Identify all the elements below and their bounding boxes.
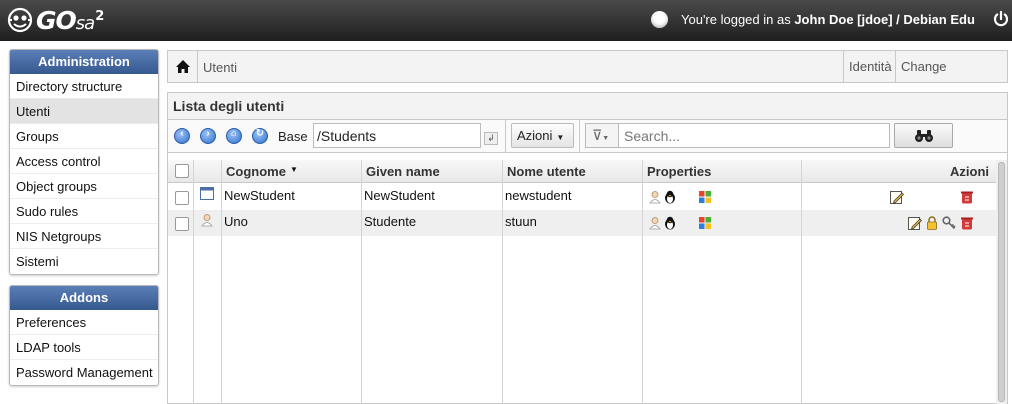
- status-indicator-icon[interactable]: [651, 11, 668, 28]
- sort-desc-icon: ▼: [290, 165, 298, 174]
- breadcrumb: Utenti Identità Change password: [167, 50, 1008, 105]
- cell-surname: NewStudent: [224, 188, 295, 203]
- sidebar-item-ldap-tools[interactable]: LDAP tools: [10, 335, 158, 360]
- login-info: You're logged in as John Doe [jdoe] / De…: [681, 12, 975, 27]
- row-checkbox[interactable]: [175, 191, 189, 205]
- user-icon: [201, 214, 213, 227]
- base-input[interactable]: [313, 123, 481, 148]
- col-cognome[interactable]: Cognome ▼: [226, 164, 298, 179]
- reload-icon[interactable]: ↻: [252, 128, 268, 144]
- select-all-checkbox[interactable]: [175, 164, 189, 178]
- cell-given-name: NewStudent: [364, 188, 435, 203]
- edit-icon[interactable]: [908, 216, 922, 230]
- samba-windows-icon: [699, 191, 711, 203]
- cell-username: stuun: [505, 214, 537, 229]
- actions-label: Azioni: [517, 128, 553, 143]
- sidebar-administration-title: Administration: [10, 50, 158, 74]
- cell-surname: Uno: [224, 214, 248, 229]
- logo-globe-icon: [7, 7, 33, 33]
- table-header: Cognome ▼ Given name Nome utente Properti…: [168, 160, 996, 183]
- sidebar-item-access-control[interactable]: Access control: [10, 149, 158, 174]
- lock-icon[interactable]: [925, 216, 939, 230]
- generic-user-icon: [649, 191, 661, 204]
- base-submit-icon[interactable]: ↲: [484, 132, 498, 145]
- gosa-logo: GOsa2: [6, 5, 104, 35]
- logout-power-icon[interactable]: [992, 10, 1010, 28]
- generic-user-icon: [649, 217, 661, 230]
- base-label: Base: [278, 129, 308, 144]
- change-password-link[interactable]: Change password: [895, 51, 1007, 105]
- sidebar-item-sistemi[interactable]: Sistemi: [10, 249, 158, 274]
- table-row[interactable]: NewStudent NewStudent newstudent: [168, 184, 996, 210]
- table-scrollbar-thumb[interactable]: [998, 162, 1005, 402]
- sidebar-item-preferences[interactable]: Preferences: [10, 310, 158, 335]
- back-icon[interactable]: ‹: [174, 128, 190, 144]
- home-button[interactable]: [168, 51, 198, 82]
- breadcrumb-current: Utenti: [203, 60, 237, 75]
- root-base-icon[interactable]: ⌂: [226, 128, 242, 144]
- login-user: John Doe [jdoe] / Debian Edu: [794, 12, 975, 27]
- top-bar: GOsa2 You're logged in as John Doe [jdoe…: [0, 0, 1012, 41]
- cell-username: newstudent: [505, 188, 572, 203]
- sidebar-item-object-groups[interactable]: Object groups: [10, 174, 158, 199]
- edit-icon[interactable]: [890, 190, 904, 204]
- user-list-panel: Lista degli utenti ‹ › ⌂ ↻ Base ↲ Azioni…: [167, 92, 1008, 404]
- delete-icon[interactable]: [960, 190, 974, 204]
- logo-text: GOsa2: [36, 5, 104, 35]
- delete-icon[interactable]: [960, 216, 974, 230]
- table-row[interactable]: Uno Studente stuun: [168, 210, 996, 236]
- sidebar-item-nis-netgroups[interactable]: NIS Netgroups: [10, 224, 158, 249]
- posix-penguin-icon: [665, 216, 675, 230]
- search-input[interactable]: [618, 123, 890, 148]
- identita-link[interactable]: Identità: [843, 51, 897, 82]
- sidebar-item-utenti[interactable]: Utenti: [10, 99, 158, 124]
- sidebar-item-directory-structure[interactable]: Directory structure: [10, 74, 158, 99]
- col-properties: Properties: [647, 164, 712, 179]
- col-azioni: Azioni: [950, 164, 989, 179]
- list-title: Lista degli utenti: [168, 93, 1007, 120]
- col-nome-utente[interactable]: Nome utente: [507, 164, 586, 179]
- template-user-icon: [200, 187, 214, 200]
- forward-icon[interactable]: ›: [200, 128, 216, 144]
- search-button[interactable]: [894, 123, 953, 148]
- col-given-name[interactable]: Given name: [366, 164, 440, 179]
- password-key-icon[interactable]: [942, 216, 956, 230]
- sidebar-item-password-management[interactable]: Password Management: [10, 360, 158, 385]
- login-prefix: You're logged in as: [681, 12, 791, 27]
- samba-windows-icon: [699, 217, 711, 229]
- sidebar-addons-title: Addons: [10, 286, 158, 310]
- sidebar-addons: Addons Preferences LDAP tools Password M…: [9, 285, 159, 386]
- binoculars-icon: [914, 129, 933, 142]
- row-checkbox[interactable]: [175, 217, 189, 231]
- list-toolbar: ‹ › ⌂ ↻ Base ↲ Azioni▼ ⊽▼: [168, 120, 1007, 153]
- sidebar-item-groups[interactable]: Groups: [10, 124, 158, 149]
- posix-penguin-icon: [665, 190, 675, 204]
- home-icon: [175, 60, 190, 73]
- actions-dropdown-button[interactable]: Azioni ▼: [511, 123, 574, 148]
- sidebar-administration: Administration Directory structure Utent…: [9, 49, 159, 275]
- filter-icon[interactable]: ⊽▼: [585, 123, 618, 148]
- cell-given-name: Studente: [364, 214, 417, 229]
- sidebar-item-sudo-rules[interactable]: Sudo rules: [10, 199, 158, 224]
- user-table: Cognome ▼ Given name Nome utente Properti…: [168, 160, 1007, 404]
